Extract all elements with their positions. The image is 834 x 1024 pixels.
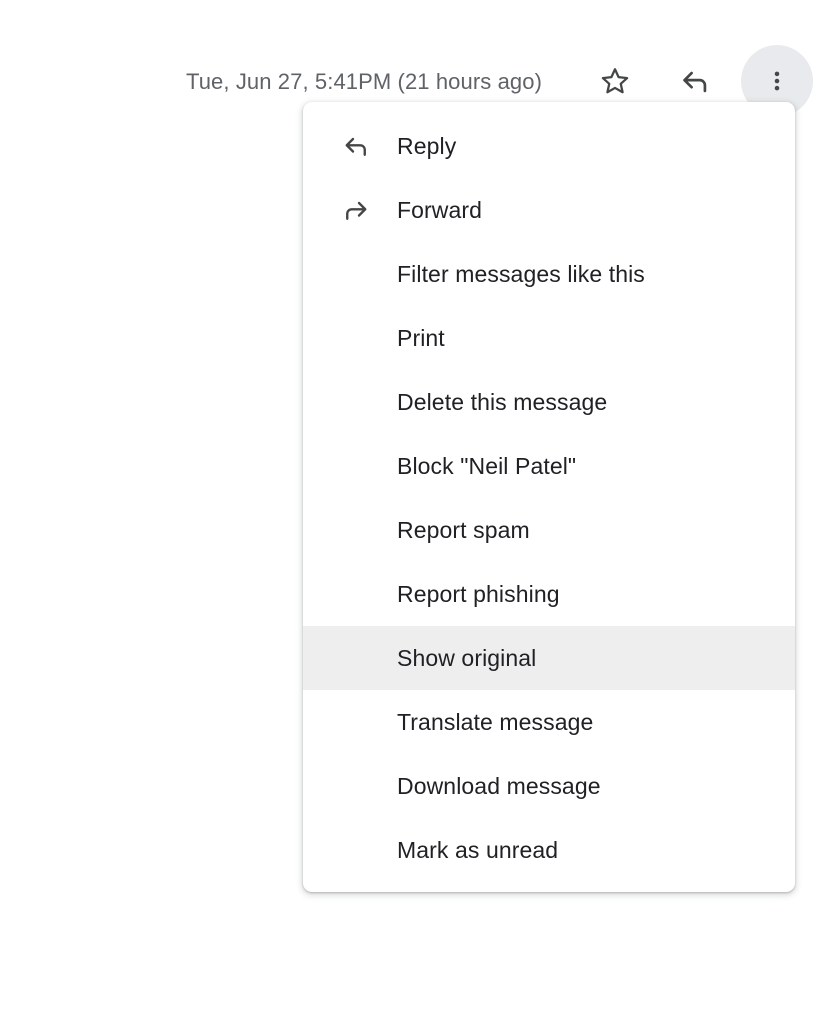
menu-item-label: Show original	[397, 645, 537, 671]
menu-item-mark-as-unread[interactable]: Mark as unread	[303, 818, 795, 882]
more-vertical-icon	[764, 68, 790, 94]
message-timestamp: Tue, Jun 27, 5:41PM (21 hours ago)	[186, 69, 543, 94]
star-icon	[599, 65, 631, 97]
menu-item-label: Report spam	[397, 517, 530, 543]
menu-item-label: Mark as unread	[397, 837, 559, 863]
menu-item-reply[interactable]: Reply	[303, 114, 795, 178]
reply-icon	[678, 64, 712, 98]
menu-item-label: Translate message	[397, 709, 594, 735]
menu-item-label: Block "Neil Patel"	[397, 453, 577, 479]
menu-item-label: Filter messages like this	[397, 261, 645, 287]
menu-item-label: Forward	[397, 197, 483, 223]
menu-item-report-spam[interactable]: Report spam	[303, 498, 795, 562]
menu-item-download-message[interactable]: Download message	[303, 754, 795, 818]
reply-icon	[339, 129, 373, 163]
menu-item-label: Reply	[397, 133, 457, 159]
more-options-menu: Reply Forward Filter messages like this …	[303, 102, 795, 892]
forward-icon	[339, 193, 373, 227]
menu-item-label: Report phishing	[397, 581, 560, 607]
menu-item-delete-message[interactable]: Delete this message	[303, 370, 795, 434]
menu-item-label: Print	[397, 325, 445, 351]
menu-item-show-original[interactable]: Show original	[303, 626, 795, 690]
menu-item-report-phishing[interactable]: Report phishing	[303, 562, 795, 626]
menu-item-label: Delete this message	[397, 389, 608, 415]
menu-item-block-sender[interactable]: Block "Neil Patel"	[303, 434, 795, 498]
menu-item-translate-message[interactable]: Translate message	[303, 690, 795, 754]
menu-item-label: Download message	[397, 773, 601, 799]
menu-item-forward[interactable]: Forward	[303, 178, 795, 242]
menu-item-filter-messages[interactable]: Filter messages like this	[303, 242, 795, 306]
menu-item-print[interactable]: Print	[303, 306, 795, 370]
